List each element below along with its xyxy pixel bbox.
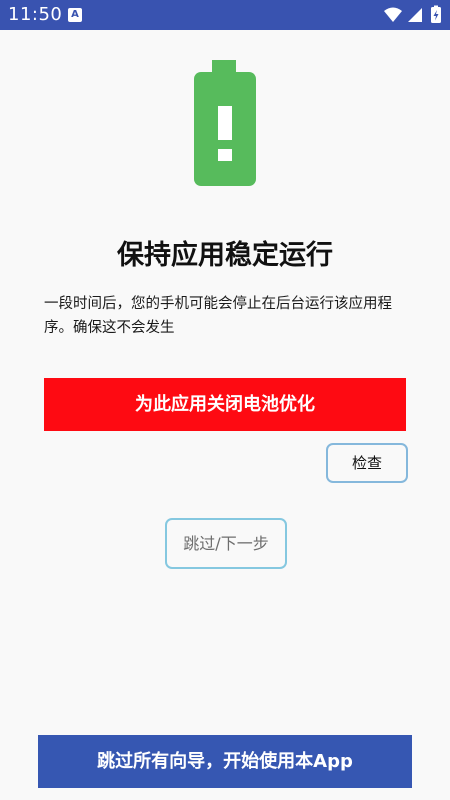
status-icons: [382, 5, 444, 25]
cell-signal-icon: [408, 8, 422, 22]
onboarding-screen: 11:50 A 保持应用稳定运行 一段时间后，您的手机可能会停止在后台运行该应用…: [0, 0, 450, 800]
skip-next-button[interactable]: 跳过/下一步: [165, 518, 287, 569]
skip-all-wizards-button[interactable]: 跳过所有向导，开始使用本App: [38, 735, 412, 788]
status-bar: 11:50 A: [0, 0, 450, 30]
check-button[interactable]: 检查: [326, 443, 408, 483]
disable-battery-optimization-button[interactable]: 为此应用关闭电池优化: [44, 378, 406, 431]
status-time: 11:50: [8, 4, 63, 25]
battery-warning-icon: [192, 60, 258, 192]
wifi-icon: [384, 7, 402, 22]
description-text: 一段时间后，您的手机可能会停止在后台运行该应用程序。确保这不会发生: [44, 296, 392, 336]
battery-charging-icon: [431, 5, 441, 23]
page-title: 保持应用稳定运行: [117, 240, 333, 271]
notification-icon: A: [68, 8, 82, 22]
